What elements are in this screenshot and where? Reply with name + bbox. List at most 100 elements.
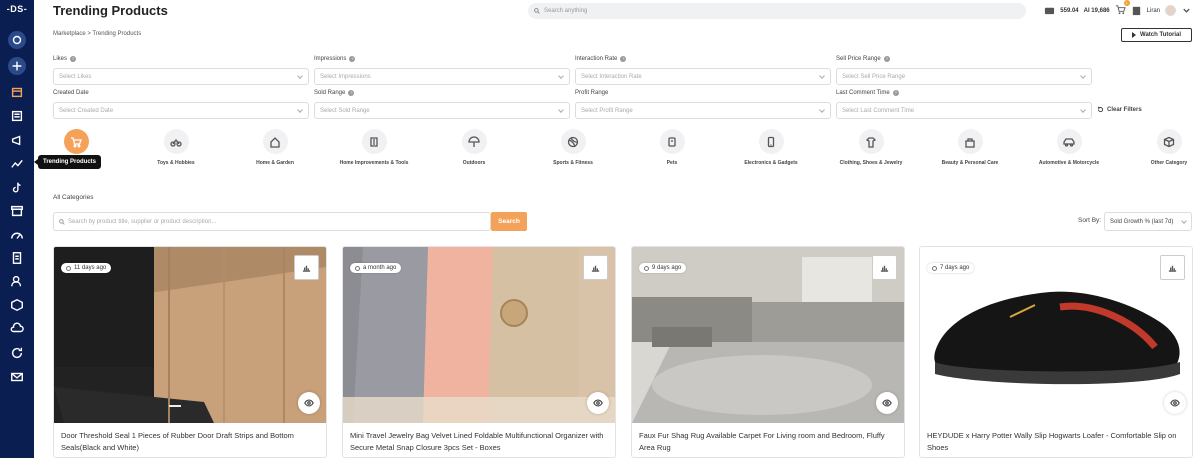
category-sports-fitness[interactable]: Sports & Fitness	[538, 129, 608, 168]
store-finder-icon[interactable]	[9, 203, 25, 219]
product-title[interactable]: Mini Travel Jewelry Bag Velvet Lined Fol…	[350, 430, 608, 453]
sell-price-select[interactable]: Select Sell Price Range	[836, 68, 1092, 85]
search-button[interactable]: Search	[491, 212, 527, 231]
chevron-down-icon	[819, 73, 825, 79]
help-icon[interactable]: ?	[883, 56, 890, 62]
product-card[interactable]: 9 days ago Faux Fur Shag Rug Available C…	[631, 246, 905, 458]
impressions-select[interactable]: Select Impressions	[314, 68, 570, 85]
package-icon[interactable]	[9, 297, 25, 313]
product-image[interactable]	[920, 247, 1192, 423]
category-home-garden[interactable]: Home & Garden	[240, 129, 310, 168]
clear-filters-button[interactable]: Clear Filters	[1097, 106, 1142, 113]
eye-icon	[882, 399, 892, 407]
product-card[interactable]: 7 days ago HEYDUDE x Harry Potter Wally …	[919, 246, 1193, 458]
bike-icon	[170, 138, 182, 147]
view-button[interactable]	[298, 392, 320, 414]
app-logo[interactable]: -DS-	[0, 4, 34, 14]
category-all[interactable]	[41, 129, 111, 159]
view-button[interactable]	[1164, 392, 1186, 414]
clear-filters-label: Clear Filters	[1107, 106, 1142, 113]
megaphone-icon[interactable]	[9, 132, 25, 148]
watch-tutorial-label: Watch Tutorial	[1140, 32, 1181, 38]
interaction-rate-label: Interaction Rate?	[575, 56, 627, 62]
bar-chart-icon	[1168, 265, 1177, 272]
product-card[interactable]: a month ago Mini Travel Jewelry Bag Velv…	[342, 246, 616, 458]
product-image[interactable]	[54, 247, 326, 423]
cart-button[interactable]: 1	[1115, 0, 1130, 17]
pet-icon	[668, 136, 676, 147]
product-image[interactable]	[632, 247, 904, 423]
analytics-button[interactable]	[294, 255, 319, 280]
category-automotive[interactable]: Automotive & Motorcycle	[1034, 129, 1104, 168]
last-comment-select[interactable]: Select Last Comment Time	[836, 102, 1092, 119]
help-icon[interactable]: ?	[892, 90, 899, 96]
product-image[interactable]	[343, 247, 615, 423]
chevron-down-icon	[819, 107, 825, 113]
trending-chart-icon[interactable]	[9, 155, 25, 171]
help-icon[interactable]: ?	[348, 90, 355, 96]
user-name[interactable]: Liran	[1147, 8, 1160, 14]
watch-tutorial-button[interactable]: Watch Tutorial	[1121, 28, 1192, 42]
mail-icon[interactable]	[9, 369, 25, 385]
interaction-rate-select[interactable]: Select Interaction Rate	[575, 68, 831, 85]
sort-by-label: Sort By:	[1078, 217, 1102, 224]
category-outdoors[interactable]: Outdoors	[439, 129, 509, 168]
beauty-icon	[965, 137, 975, 148]
category-label: Beauty & Personal Care	[941, 160, 999, 166]
product-research-icon[interactable]	[9, 108, 25, 124]
analytics-button[interactable]	[583, 255, 608, 280]
search-icon	[59, 218, 65, 225]
avatar[interactable]	[1165, 5, 1176, 16]
cart-count: 1	[1123, 0, 1130, 6]
gauge-icon[interactable]	[9, 227, 25, 243]
help-icon[interactable]: ?	[620, 56, 627, 62]
analytics-button[interactable]	[872, 255, 897, 280]
likes-label: Likes?	[53, 56, 77, 62]
view-button[interactable]	[587, 392, 609, 414]
likes-select[interactable]: Select Likes	[53, 68, 309, 85]
refresh-icon[interactable]	[9, 345, 25, 361]
created-date-label: Created Date	[53, 90, 89, 96]
category-clothing[interactable]: Clothing, Shoes & Jewelry	[836, 129, 906, 168]
product-title[interactable]: Door Threshold Seal 1 Pieces of Rubber D…	[61, 430, 319, 453]
product-title[interactable]: HEYDUDE x Harry Potter Wally Slip Hogwar…	[927, 430, 1185, 453]
product-title[interactable]: Faux Fur Shag Rug Available Carpet For L…	[639, 430, 897, 453]
category-other[interactable]: Other Category	[1134, 129, 1200, 168]
chevron-down-icon	[297, 107, 303, 113]
help-icon[interactable]: ?	[70, 56, 77, 62]
document-icon[interactable]	[9, 250, 25, 266]
help-icon[interactable]: ?	[349, 56, 356, 62]
category-toys-hobbies[interactable]: Toys & Hobbies	[141, 129, 211, 168]
time-badge: 9 days ago	[639, 263, 687, 273]
category-home-improvements[interactable]: Home Improvements & Tools	[339, 129, 409, 168]
tiktok-icon[interactable]	[9, 179, 25, 195]
building-icon[interactable]	[1131, 5, 1142, 16]
profit-range-select[interactable]: Select Profit Range	[575, 102, 831, 119]
cloud-upload-icon[interactable]	[9, 320, 25, 336]
global-search-input[interactable]: Search anything	[528, 3, 1026, 19]
sort-select[interactable]: Sold Growth % (last 7d)	[1104, 212, 1192, 231]
store-icon[interactable]	[9, 84, 25, 100]
sold-range-select[interactable]: Select Sold Range	[314, 102, 570, 119]
category-electronics[interactable]: Electronics & Gadgets	[736, 129, 806, 168]
category-label: Other Category	[1150, 160, 1188, 166]
view-button[interactable]	[876, 392, 898, 414]
analytics-button[interactable]	[1160, 255, 1185, 280]
created-date-select[interactable]: Select Created Date	[53, 102, 309, 119]
add-icon[interactable]	[8, 57, 26, 75]
house-icon	[270, 136, 280, 148]
credit-balance: 559.04	[1060, 7, 1079, 14]
category-pets[interactable]: Pets	[637, 129, 707, 168]
product-search-input[interactable]: Search by product title, supplier or pro…	[53, 212, 491, 231]
category-label: Home Improvements & Tools	[339, 160, 409, 166]
product-card[interactable]: 11 days ago Door Threshold Seal 1 Pieces…	[53, 246, 327, 458]
bar-chart-icon	[591, 265, 600, 272]
umbrella-icon	[468, 135, 480, 147]
page-title: Trending Products	[53, 3, 168, 18]
clock-icon	[66, 265, 71, 271]
users-icon[interactable]	[9, 273, 25, 289]
category-beauty[interactable]: Beauty & Personal Care	[935, 129, 1005, 168]
chevron-down-icon[interactable]	[1181, 5, 1192, 16]
time-badge: 11 days ago	[61, 263, 112, 273]
workspace-icon[interactable]	[8, 31, 26, 49]
